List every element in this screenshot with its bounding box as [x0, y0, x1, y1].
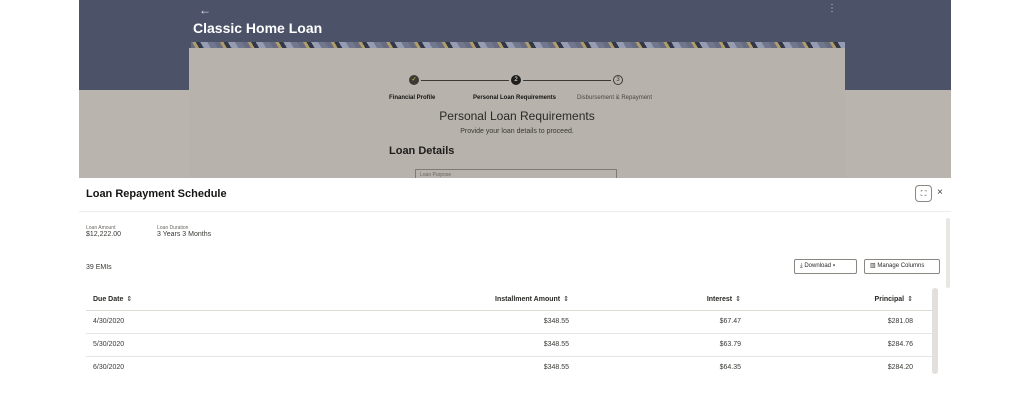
columns-icon: ▥ [870, 263, 876, 269]
sort-icon[interactable]: ⇕ [907, 296, 913, 303]
step-connector [421, 80, 509, 81]
drawer-title: Loan Repayment Schedule [86, 188, 227, 200]
cell-principal: $281.08 [887, 318, 913, 325]
table-row[interactable]: 6/30/2020 $348.55 $64.35 $284.20 [86, 357, 932, 374]
page-title: Classic Home Loan [193, 20, 323, 36]
header-interest[interactable]: Interest ⇕ [707, 295, 741, 303]
cell-installment: $348.55 [543, 364, 569, 371]
schedule-table: Due Date ⇕ Installment Amount ⇕ Interest ⇕ … [86, 288, 932, 374]
table-row[interactable]: 4/30/2020 $348.55 $67.47 $281.08 [86, 311, 932, 334]
cell-installment: $348.55 [543, 341, 569, 348]
table-row[interactable]: 5/30/2020 $348.55 $63.79 $284.76 [86, 334, 932, 357]
repayment-schedule-drawer: Loan Repayment Schedule ⛶ × Loan Amount … [79, 178, 951, 374]
header-installment-amount[interactable]: Installment Amount ⇕ [495, 295, 569, 303]
cell-interest: $64.35 [719, 364, 741, 371]
form-card: ✓ 2 3 Financial Profile Personal Loan Re… [189, 48, 845, 178]
manage-columns-button[interactable]: ▥ Manage Columns [864, 259, 940, 274]
download-label: Download [804, 263, 832, 269]
table-header: Due Date ⇕ Installment Amount ⇕ Interest ⇕ … [86, 288, 932, 311]
installment-header-label: Installment Amount [495, 296, 561, 303]
stepper: ✓ 2 3 Financial Profile Personal Loan Re… [189, 75, 845, 105]
step-done-icon: ✓ [409, 75, 419, 85]
header-principal[interactable]: Principal ⇕ [875, 295, 913, 303]
background-page: ← ⋮ Classic Home Loan ✓ 2 3 Financial Pr… [79, 0, 951, 178]
download-button[interactable]: ⤓ Download ▾ [794, 259, 857, 274]
sort-icon[interactable]: ⇕ [126, 296, 132, 303]
expand-icon[interactable]: ⛶ [915, 185, 932, 202]
loan-amount-value: $12,222.00 [86, 231, 122, 238]
cell-due-date: 6/30/2020 [93, 364, 125, 371]
app-window: ← ⋮ Classic Home Loan ✓ 2 3 Financial Pr… [79, 0, 951, 374]
principal-header-label: Principal [874, 296, 905, 303]
loan-duration-value: 3 Years 3 Months [157, 231, 212, 238]
sort-icon[interactable]: ⇕ [735, 296, 741, 303]
close-icon[interactable]: × [937, 187, 943, 198]
loan-purpose-field[interactable]: Loan Purpose [415, 169, 617, 178]
loan-details-heading: Loan Details [389, 145, 455, 157]
divider [79, 211, 951, 212]
section-title: Personal Loan Requirements [439, 109, 595, 123]
step-label-financial-profile[interactable]: Financial Profile [389, 95, 435, 101]
step-label-disbursement: Disbursement & Repayment [577, 95, 653, 101]
section-subtitle: Provide your loan details to proceed. [460, 128, 574, 135]
emi-count: 39 EMIs [86, 264, 112, 271]
drawer-scrollbar[interactable] [946, 218, 950, 288]
step-current-icon: 2 [511, 75, 521, 85]
table-scrollbar[interactable] [932, 288, 938, 374]
cell-due-date: 5/30/2020 [93, 341, 125, 348]
back-arrow-icon[interactable]: ← [199, 3, 211, 17]
step-connector [523, 80, 611, 81]
due-date-header-label: Due Date [93, 296, 124, 303]
cell-principal: $284.76 [887, 341, 913, 348]
caret-down-icon: ▾ [832, 263, 836, 269]
sort-icon[interactable]: ⇕ [563, 296, 569, 303]
cell-interest: $67.47 [719, 318, 741, 325]
step-label-loan-requirements[interactable]: Personal Loan Requirements [473, 95, 556, 101]
cell-principal: $284.20 [887, 364, 913, 371]
step-pending-icon: 3 [613, 75, 623, 85]
manage-columns-label: Manage Columns [877, 263, 925, 269]
cell-interest: $63.79 [719, 341, 741, 348]
header-due-date[interactable]: Due Date ⇕ [93, 295, 132, 303]
interest-header-label: Interest [706, 296, 733, 303]
download-icon: ⤓ [800, 263, 803, 269]
cell-due-date: 4/30/2020 [93, 318, 125, 325]
cell-installment: $348.55 [543, 318, 569, 325]
kebab-menu-icon[interactable]: ⋮ [827, 3, 837, 14]
